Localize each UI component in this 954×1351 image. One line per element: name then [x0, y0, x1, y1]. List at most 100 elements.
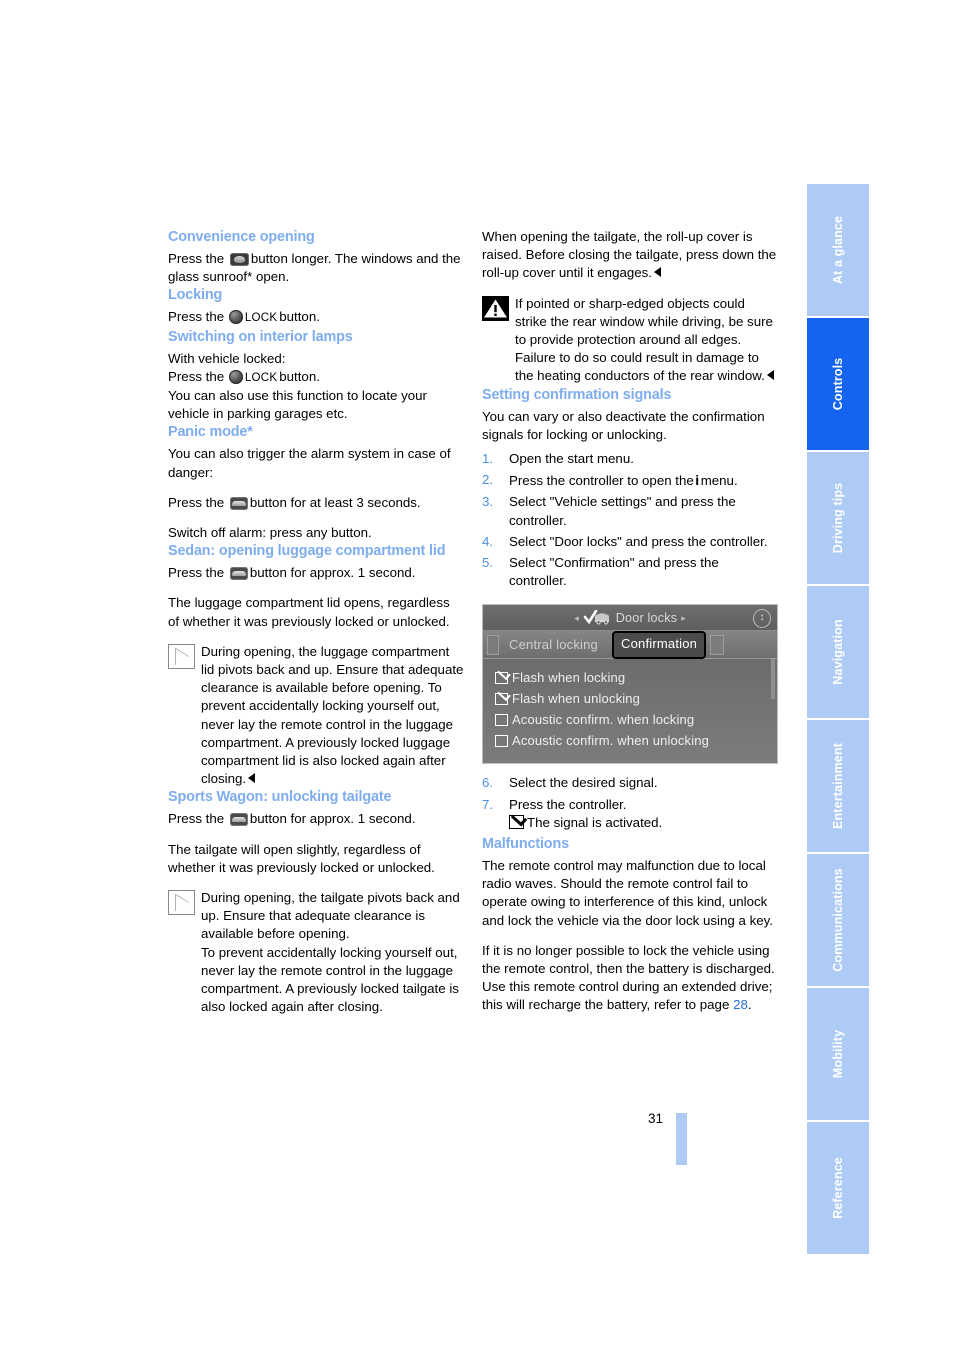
idrive-header: ◂ Door locks ▸ ↕: [483, 605, 777, 632]
step-number: 4.: [482, 533, 494, 549]
sidebar-item-communications[interactable]: Communications: [807, 854, 869, 986]
checkbox-checked-icon[interactable]: [495, 692, 508, 705]
list-item: 3. Select "Vehicle settings" and press t…: [482, 493, 778, 529]
wagon-p1: Press the button for approx. 1 second.: [168, 810, 464, 828]
tab-confirmation[interactable]: Confirmation: [612, 631, 707, 659]
tab-central-locking[interactable]: Central locking: [503, 636, 612, 654]
section-end-marker: [766, 370, 774, 381]
list-item: 1. Open the start menu.: [482, 450, 778, 468]
tab-label: Navigation: [831, 619, 845, 685]
step-number: 3.: [482, 494, 494, 510]
panic-p2-pre: Press the: [168, 494, 225, 510]
interior-lamps-post: button.: [279, 368, 320, 384]
step-number: 6.: [482, 775, 494, 791]
interior-lamps-line2: Press the LOCK button.: [168, 368, 464, 387]
tab-label: Mobility: [831, 1029, 845, 1079]
tab-stub-left[interactable]: [487, 634, 499, 655]
interior-lamps-line1: With vehicle locked:: [168, 350, 286, 366]
interior-lamps-pre: Press the: [168, 368, 225, 384]
hint-triangle-icon: [168, 890, 195, 916]
list-item: 6. Select the desired signal.: [482, 774, 778, 792]
malfunctions-p1: The remote control may malfunction due t…: [482, 858, 773, 928]
scrollbar[interactable]: [771, 659, 775, 700]
hint-note-wagon-text-a: During opening, the tailgate pivots back…: [201, 890, 460, 942]
car-with-check-icon: [583, 610, 611, 625]
tab-stub-right[interactable]: [710, 634, 725, 655]
idrive-updown-icon[interactable]: ↕: [753, 609, 771, 629]
step-number: 7.: [482, 796, 494, 812]
sidebar-item-entertainment[interactable]: Entertainment: [807, 720, 869, 852]
locking-pre: Press the: [168, 309, 225, 325]
warning-note-text: If pointed or sharp-edged objects could …: [515, 295, 778, 386]
list-item[interactable]: Flash when unlocking: [493, 688, 777, 709]
remote-trunk-button-icon: [229, 496, 248, 510]
page-edge-marker: [676, 1113, 687, 1165]
sidebar-item-at-a-glance[interactable]: At a glance: [807, 184, 869, 316]
step-text: Select "Door locks" and press the contro…: [509, 533, 768, 549]
confirmation-steps-list-continued: 6. Select the desired signal. 7. Press t…: [482, 774, 778, 832]
hint-note-sedan-body: During opening, the luggage compartment …: [201, 643, 464, 787]
sidebar-item-navigation[interactable]: Navigation: [807, 586, 869, 718]
idrive-next-arrow-icon[interactable]: ▸: [677, 609, 690, 627]
warning-note-body: If pointed or sharp-edged objects could …: [515, 295, 773, 384]
sedan-p1: Press the button for approx. 1 second.: [168, 564, 464, 582]
idrive-title: Door locks: [615, 610, 678, 625]
option-label: Flash when unlocking: [512, 690, 641, 706]
sedan-p1-pre: Press the: [168, 565, 225, 581]
heading-convenience-opening: Convenience opening: [168, 229, 315, 245]
idrive-prev-arrow-icon[interactable]: ◂: [570, 609, 583, 627]
section-end-marker: [248, 773, 256, 784]
tab-label: Driving tips: [831, 482, 845, 554]
list-item[interactable]: Acoustic confirm. when locking: [493, 709, 777, 730]
step-number: 5.: [482, 555, 494, 571]
heading-setting-confirmation-signals: Setting confirmation signals: [482, 386, 672, 403]
step-substatus: The signal is activated.: [509, 814, 778, 832]
idrive-tab-bar: Central locking Confirmation: [483, 631, 777, 660]
hint-note-wagon-text-b: To prevent accidentally locking yourself…: [201, 944, 459, 1015]
step-text-post: menu.: [700, 473, 738, 489]
wagon-p1-pre: Press the: [168, 811, 225, 827]
idrive-option-list: Flash when locking Flash when unlocking …: [483, 659, 777, 764]
list-item: 4. Select "Door locks" and press the con…: [482, 533, 778, 551]
list-item[interactable]: Acoustic confirm. when unlocking: [493, 730, 777, 751]
step-text: Press the controller.: [509, 796, 627, 812]
step-text: Select the desired signal.: [509, 775, 658, 791]
remote-trunk-button-icon: [229, 567, 248, 581]
lock-label: LOCK: [244, 311, 278, 325]
remote-trunk-button-icon: [229, 813, 248, 827]
rollup-cover-body: When opening the tailgate, the roll-up c…: [482, 229, 777, 281]
list-item: 7. Press the controller. The signal is a…: [482, 796, 778, 832]
malfunctions-p2: If it is no longer possible to lock the …: [482, 942, 778, 1015]
confirmation-intro: You can vary or also deactivate the conf…: [482, 408, 765, 442]
panic-p1: You can also trigger the alarm system in…: [168, 446, 451, 480]
sidebar-item-driving-tips[interactable]: Driving tips: [807, 452, 869, 584]
idrive-screenshot: ◂ Door locks ▸ ↕ Central locking Confirm…: [482, 604, 778, 765]
manual-page: Convenience opening Press the button lon…: [0, 0, 954, 1351]
sedan-p2: The luggage compartment lid opens, regar…: [168, 595, 450, 629]
checkbox-checked-icon[interactable]: [495, 671, 508, 684]
sidebar-item-controls[interactable]: Controls: [807, 318, 869, 450]
sidebar-item-mobility[interactable]: Mobility: [807, 988, 869, 1120]
list-item: 5. Select "Confirmation" and press the c…: [482, 554, 778, 590]
hint-note-sedan: During opening, the luggage compartment …: [168, 643, 464, 789]
convenience-pre: Press the: [168, 251, 225, 266]
tab-label: At a glance: [831, 215, 845, 285]
heading-sports-wagon-unlocking-tailgate: Sports Wagon: unlocking tailgate: [168, 789, 392, 806]
checkbox-unchecked-icon[interactable]: [495, 713, 508, 726]
figure-reference-code: 4-7001.06.Jdg: [777, 709, 778, 740]
step-substatus-text: The signal is activated.: [527, 814, 663, 830]
convenience-opening-text: Press the button longer. The windows and…: [168, 250, 464, 286]
option-label: Acoustic confirm. when locking: [512, 711, 695, 727]
heading-malfunctions: Malfunctions: [482, 836, 569, 853]
list-item[interactable]: Flash when locking: [493, 667, 777, 688]
checkbox-unchecked-icon[interactable]: [495, 734, 508, 747]
sidebar-item-reference[interactable]: Reference: [807, 1122, 869, 1254]
page-reference-link[interactable]: 28: [733, 997, 748, 1012]
heading-locking: Locking: [168, 287, 223, 304]
tab-label: Communications: [831, 868, 845, 972]
remote-lock-button-icon: [228, 310, 243, 325]
heading-sedan-opening-luggage: Sedan: opening luggage compartment lid: [168, 543, 446, 560]
step-text: Open the start menu.: [509, 451, 634, 467]
heading-switching-on-interior-lamps: Switching on interior lamps: [168, 328, 353, 345]
step-text: Select "Confirmation" and press the cont…: [509, 555, 719, 589]
